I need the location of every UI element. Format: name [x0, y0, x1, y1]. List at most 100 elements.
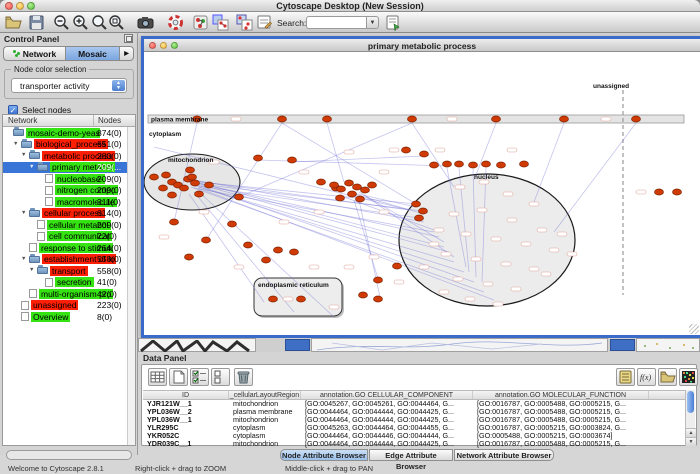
- node-selected[interactable]: [337, 186, 346, 192]
- search-input[interactable]: [306, 16, 366, 29]
- tree-row[interactable]: mosaic-demo-yeast874(0): [3, 127, 135, 139]
- node-selected[interactable]: [262, 257, 271, 263]
- snapshot-camera-icon[interactable]: [137, 14, 154, 31]
- column-header[interactable]: annotation.GO CELLULAR_COMPONENT: [301, 391, 473, 399]
- node-unselected[interactable]: [419, 265, 429, 269]
- node-selected[interactable]: [492, 116, 501, 122]
- node-unselected[interactable]: [537, 228, 547, 232]
- node-selected[interactable]: [162, 172, 171, 178]
- node-unselected[interactable]: [477, 208, 487, 212]
- node-unselected[interactable]: [429, 242, 439, 246]
- node-unselected[interactable]: [314, 210, 324, 214]
- node-selected[interactable]: [374, 296, 383, 302]
- node-selected[interactable]: [191, 180, 200, 186]
- scroll-down-icon[interactable]: ▼: [686, 437, 696, 446]
- node-unselected[interactable]: [379, 210, 389, 214]
- node-selected[interactable]: [297, 296, 306, 302]
- column-header[interactable]: [649, 391, 688, 399]
- node-unselected[interactable]: [461, 232, 471, 236]
- tree-row[interactable]: Overview8(0): [3, 311, 135, 323]
- tree-row[interactable]: ▼primary metabol209(...: [3, 162, 135, 174]
- tree-row[interactable]: cell communicat22(0): [3, 231, 135, 243]
- tree-row[interactable]: response to stimulu264(0): [3, 242, 135, 254]
- node-unselected[interactable]: [309, 265, 319, 269]
- node-selected[interactable]: [408, 116, 417, 122]
- tree-row[interactable]: secretion41(0): [3, 277, 135, 289]
- node-selected[interactable]: [469, 162, 478, 168]
- edge[interactable]: [258, 160, 447, 166]
- node-unselected[interactable]: [557, 232, 567, 236]
- node-unselected[interactable]: [503, 192, 513, 196]
- node-unselected[interactable]: [465, 297, 475, 301]
- attribute-table-header[interactable]: ID_cellularLayoutRegionannotation.GO CEL…: [143, 390, 688, 400]
- node-selected[interactable]: [361, 187, 370, 193]
- node-selected[interactable]: [278, 116, 287, 122]
- annotation-icon[interactable]: [256, 14, 273, 31]
- unselect-attributes-icon[interactable]: [211, 368, 230, 386]
- tab-mosaic[interactable]: Mosaic: [65, 46, 120, 61]
- tree-row[interactable]: unassigned223(0): [3, 300, 135, 312]
- node-selected[interactable]: [159, 185, 168, 191]
- background-window-fragment[interactable]: [138, 338, 256, 352]
- tree-row[interactable]: multi-organism pro42(0): [3, 288, 135, 300]
- node-selected[interactable]: [336, 195, 345, 201]
- scrollbar-thumb[interactable]: [687, 391, 694, 413]
- node-unselected[interactable]: [199, 210, 209, 214]
- node-selected[interactable]: [402, 147, 411, 153]
- tree-row[interactable]: macromolecule311(0): [3, 196, 135, 208]
- column-divider[interactable]: [93, 115, 94, 127]
- node-selected[interactable]: [348, 191, 357, 197]
- node-color-dropdown[interactable]: transporter activity ▲▼: [11, 78, 127, 93]
- column-header[interactable]: _cellularLayoutRegion: [229, 391, 301, 399]
- node-unselected[interactable]: [549, 248, 559, 252]
- node-selected[interactable]: [420, 151, 429, 157]
- node-unselected[interactable]: [344, 265, 354, 269]
- node-selected[interactable]: [202, 237, 211, 243]
- node-selected[interactable]: [419, 208, 428, 214]
- node-unselected[interactable]: [441, 252, 451, 256]
- column-header[interactable]: annotation.GO MOLECULAR_FUNCTION: [473, 391, 649, 399]
- node-selected[interactable]: [244, 242, 253, 248]
- zoom-selected-icon[interactable]: [108, 14, 125, 31]
- node-selected[interactable]: [560, 116, 569, 122]
- attribute-matrix-icon[interactable]: [679, 368, 698, 386]
- node-selected[interactable]: [430, 162, 439, 168]
- tree-row[interactable]: ▼metabolic process280(0): [3, 150, 135, 162]
- scroll-up-icon[interactable]: ▲: [686, 428, 696, 437]
- node-unselected[interactable]: [636, 190, 646, 194]
- table-icon[interactable]: [148, 368, 167, 386]
- node-selected[interactable]: [359, 292, 368, 298]
- node-selected[interactable]: [205, 182, 214, 188]
- node-selected[interactable]: [170, 219, 179, 225]
- node-selected[interactable]: [455, 161, 464, 167]
- node-selected[interactable]: [317, 179, 326, 185]
- network-graph[interactable]: plasma membranecytoplasmmitochondrionnuc…: [144, 52, 700, 335]
- network-window-titlebar[interactable]: primary metabolic process: [144, 39, 700, 52]
- float-panel-icon[interactable]: [124, 34, 133, 43]
- node-unselected[interactable]: [507, 218, 517, 222]
- node-unselected[interactable]: [389, 148, 399, 152]
- table-row[interactable]: YPL036W__2plasma membrane[GO:0044464, GO…: [143, 408, 688, 416]
- node-unselected[interactable]: [455, 185, 465, 189]
- node-unselected[interactable]: [159, 235, 169, 239]
- node-unselected[interactable]: [283, 297, 293, 301]
- node-selected[interactable]: [235, 194, 244, 200]
- edge[interactable]: [534, 123, 564, 202]
- tab-network[interactable]: Network: [3, 46, 65, 61]
- node-unselected[interactable]: [567, 252, 577, 256]
- node-selected[interactable]: [393, 263, 402, 269]
- node-unselected[interactable]: [521, 242, 531, 246]
- node-unselected[interactable]: [471, 257, 481, 261]
- node-selected[interactable]: [254, 155, 263, 161]
- tab-node-attribute-browser[interactable]: Node Attribute Browser: [280, 449, 368, 461]
- node-selected[interactable]: [520, 161, 529, 167]
- zoom-in-icon[interactable]: [72, 14, 89, 31]
- node-selected[interactable]: [150, 174, 159, 180]
- node-unselected[interactable]: [491, 237, 501, 241]
- tree-row[interactable]: cellular metabol209(0): [3, 219, 135, 231]
- node-unselected[interactable]: [435, 148, 445, 152]
- node-unselected[interactable]: [439, 290, 449, 294]
- node-selected[interactable]: [482, 161, 491, 167]
- edge[interactable]: [412, 123, 454, 187]
- node-unselected[interactable]: [601, 117, 611, 121]
